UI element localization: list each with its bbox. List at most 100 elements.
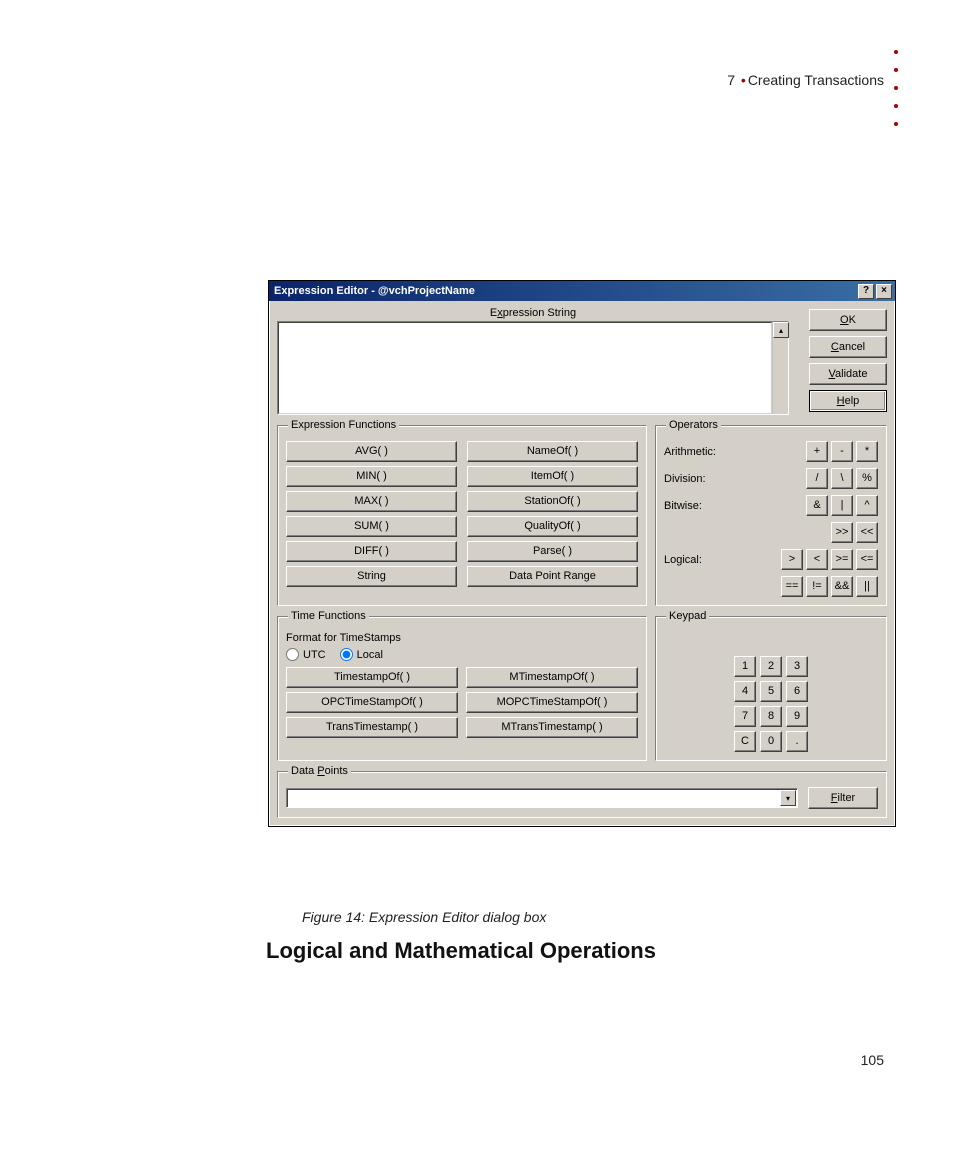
fn-max-button[interactable]: MAX( ) (286, 491, 457, 512)
decorative-dots (894, 50, 898, 126)
fn-string-button[interactable]: String (286, 566, 457, 587)
op-lte-button[interactable]: <= (856, 549, 878, 570)
keypad-9-button[interactable]: 9 (786, 706, 808, 727)
op-minus-button[interactable]: - (831, 441, 853, 462)
op-gte-button[interactable]: >= (831, 549, 853, 570)
op-shl-button[interactable]: << (856, 522, 878, 543)
keypad-c-button[interactable]: C (734, 731, 756, 752)
op-lt-button[interactable]: < (806, 549, 828, 570)
expression-functions-group: Expression Functions AVG( ) NameOf( ) MI… (277, 419, 647, 606)
operators-legend: Operators (666, 419, 721, 431)
timestamp-format-label: Format for TimeStamps (286, 632, 638, 644)
fn-parse-button[interactable]: Parse( ) (467, 541, 638, 562)
data-points-group: Data Points ▾ Filter (277, 765, 887, 818)
filter-button[interactable]: Filter (808, 787, 878, 809)
operators-group: Operators Arithmetic: + - * Division: / (655, 419, 887, 606)
page-number: 105 (861, 1052, 884, 1068)
expression-string-label: Expression String (277, 307, 789, 319)
op-or-button[interactable]: || (856, 576, 878, 597)
operators-bitwise-row: Bitwise: & | ^ (664, 495, 878, 516)
keypad-1-button[interactable]: 1 (734, 656, 756, 677)
operators-logical-row: Logical: > < >= <= (664, 549, 878, 570)
chapter-number: 7 (727, 72, 735, 88)
keypad-dot-button[interactable]: . (786, 731, 808, 752)
fn-stationof-button[interactable]: StationOf( ) (467, 491, 638, 512)
fn-datapointrange-button[interactable]: Data Point Range (467, 566, 638, 587)
keypad-0-button[interactable]: 0 (760, 731, 782, 752)
operators-bitwise-label: Bitwise: (664, 500, 734, 512)
scrollbar[interactable]: ▴ (772, 322, 788, 414)
data-points-value (287, 789, 779, 807)
bullet-icon: • (739, 72, 748, 88)
op-plus-button[interactable]: + (806, 441, 828, 462)
keypad-2-button[interactable]: 2 (760, 656, 782, 677)
expression-string-input[interactable] (278, 322, 772, 414)
cancel-button[interactable]: Cancel (809, 336, 887, 358)
help-icon[interactable]: ? (858, 284, 874, 299)
utc-radio[interactable] (286, 648, 299, 661)
op-multiply-button[interactable]: * (856, 441, 878, 462)
help-button[interactable]: Help (809, 390, 887, 412)
fn-nameof-button[interactable]: NameOf( ) (467, 441, 638, 462)
validate-button[interactable]: Validate (809, 363, 887, 385)
operators-shift-row: >> << (664, 522, 878, 543)
local-radio-label[interactable]: Local (340, 648, 383, 661)
fn-mtranstimestamp-button[interactable]: MTransTimestamp( ) (466, 717, 638, 738)
section-heading: Logical and Mathematical Operations (266, 938, 656, 964)
data-points-legend: Data Points (288, 765, 351, 777)
op-shr-button[interactable]: >> (831, 522, 853, 543)
op-and-button[interactable]: && (831, 576, 853, 597)
op-intdiv-button[interactable]: \ (831, 468, 853, 489)
op-neq-button[interactable]: != (806, 576, 828, 597)
close-icon[interactable]: × (876, 284, 892, 299)
fn-mtimestampof-button[interactable]: MTimestampOf( ) (466, 667, 638, 688)
fn-itemof-button[interactable]: ItemOf( ) (467, 466, 638, 487)
data-points-combobox[interactable]: ▾ (286, 788, 798, 808)
fn-min-button[interactable]: MIN( ) (286, 466, 457, 487)
figure-caption: Figure 14: Expression Editor dialog box (302, 909, 546, 925)
op-bitand-button[interactable]: & (806, 495, 828, 516)
keypad-4-button[interactable]: 4 (734, 681, 756, 702)
operators-arithmetic-row: Arithmetic: + - * (664, 441, 878, 462)
keypad-7-button[interactable]: 7 (734, 706, 756, 727)
op-eq-button[interactable]: == (781, 576, 803, 597)
expression-functions-legend: Expression Functions (288, 419, 399, 431)
chapter-reference: 7 •Creating Transactions (727, 72, 884, 88)
local-label: Local (357, 649, 383, 661)
fn-opctimestampof-button[interactable]: OPCTimeStampOf( ) (286, 692, 458, 713)
operators-division-label: Division: (664, 473, 734, 485)
ok-button[interactable]: OK (809, 309, 887, 331)
local-radio[interactable] (340, 648, 353, 661)
scroll-up-icon[interactable]: ▴ (773, 322, 789, 338)
op-bitor-button[interactable]: | (831, 495, 853, 516)
page-header: 7 •Creating Transactions (727, 72, 884, 90)
expression-editor-dialog: Expression Editor - @vchProjectName ? × … (268, 280, 896, 827)
chapter-title: Creating Transactions (748, 72, 884, 88)
action-buttons: OK Cancel Validate Help (797, 307, 887, 415)
operators-arithmetic-label: Arithmetic: (664, 446, 734, 458)
keypad-8-button[interactable]: 8 (760, 706, 782, 727)
utc-label: UTC (303, 649, 326, 661)
fn-transtimestamp-button[interactable]: TransTimestamp( ) (286, 717, 458, 738)
operators-logical2-row: == != && || (664, 576, 878, 597)
op-bitxor-button[interactable]: ^ (856, 495, 878, 516)
keypad-3-button[interactable]: 3 (786, 656, 808, 677)
chevron-down-icon[interactable]: ▾ (780, 790, 796, 806)
utc-radio-label[interactable]: UTC (286, 648, 326, 661)
keypad-5-button[interactable]: 5 (760, 681, 782, 702)
fn-qualityof-button[interactable]: QualityOf( ) (467, 516, 638, 537)
fn-sum-button[interactable]: SUM( ) (286, 516, 457, 537)
operators-logical-label: Logical: (664, 554, 734, 566)
op-gt-button[interactable]: > (781, 549, 803, 570)
dialog-title: Expression Editor - @vchProjectName (274, 285, 475, 297)
op-mod-button[interactable]: % (856, 468, 878, 489)
expression-string-field-wrap: ▴ (277, 321, 789, 415)
fn-timestampof-button[interactable]: TimestampOf( ) (286, 667, 458, 688)
time-functions-group: Time Functions Format for TimeStamps UTC… (277, 610, 647, 761)
keypad-6-button[interactable]: 6 (786, 681, 808, 702)
fn-avg-button[interactable]: AVG( ) (286, 441, 457, 462)
fn-mopctimestampof-button[interactable]: MOPCTimeStampOf( ) (466, 692, 638, 713)
fn-diff-button[interactable]: DIFF( ) (286, 541, 457, 562)
op-divide-button[interactable]: / (806, 468, 828, 489)
titlebar[interactable]: Expression Editor - @vchProjectName ? × (269, 281, 895, 301)
